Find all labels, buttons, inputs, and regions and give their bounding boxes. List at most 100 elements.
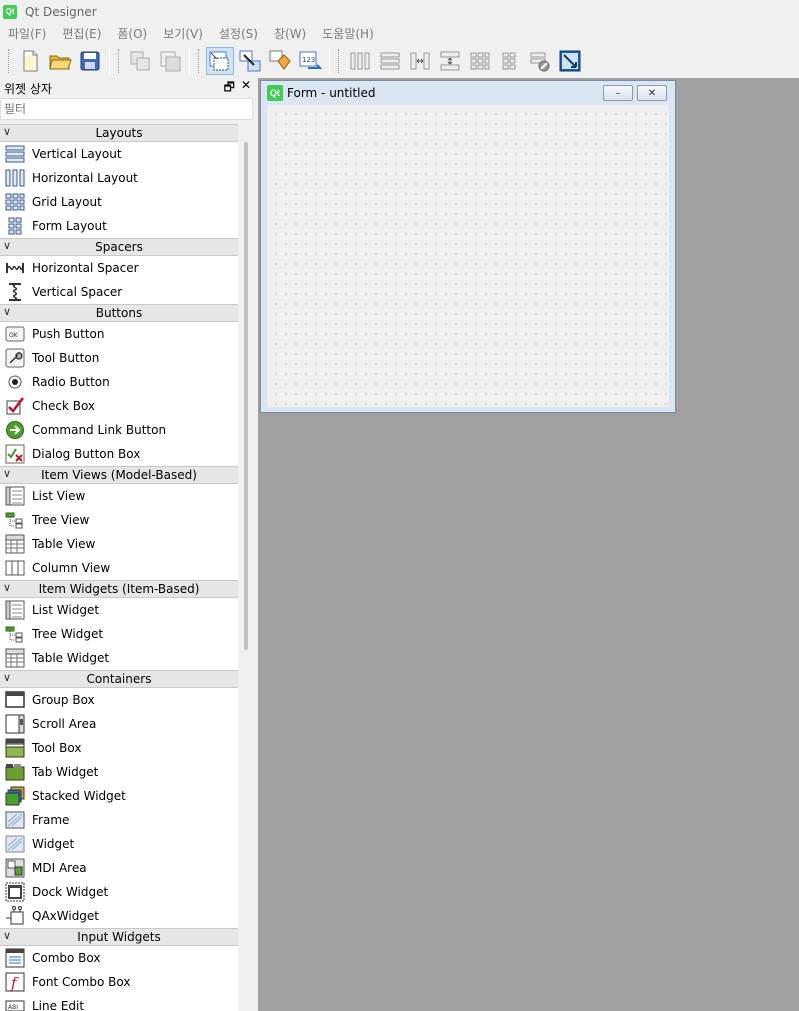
dock-title-bar: 위젯 상자 🗗 ✕ <box>0 78 255 98</box>
widget-item-column-view[interactable]: Column View <box>0 556 238 580</box>
widget-item-label: Tree Widget <box>32 627 104 641</box>
layout-h-splitter-button[interactable] <box>406 47 434 75</box>
menu-file[interactable]: 파일(F) <box>0 25 54 42</box>
widget-item-check-box[interactable]: Check Box <box>0 394 238 418</box>
combo-box-icon <box>4 948 26 968</box>
widget-item-scroll-area[interactable]: Scroll Area <box>0 712 238 736</box>
category-layouts[interactable]: ∨ Layouts <box>0 124 238 142</box>
widget-item-label: Check Box <box>32 399 96 413</box>
form-canvas[interactable] <box>267 105 669 407</box>
menu-window[interactable]: 창(W) <box>266 25 314 42</box>
widget-item-line-edit[interactable]: ABI Line Edit <box>0 994 238 1011</box>
widget-list-scrollbar[interactable] <box>240 142 252 1011</box>
widget-item-table-view[interactable]: Table View <box>0 532 238 556</box>
toolbar-grip[interactable] <box>8 49 11 73</box>
category-label: Input Widgets <box>77 930 161 944</box>
menu-edit[interactable]: 편집(E) <box>54 25 109 42</box>
tab-widget-icon <box>4 762 26 782</box>
mdi-area: Qt Form - untitled – ✕ <box>258 78 799 1011</box>
toolbar-grip[interactable] <box>338 49 341 73</box>
widget-item-dialog-button-box[interactable]: Dialog Button Box <box>0 442 238 466</box>
filter-input[interactable] <box>0 98 253 120</box>
edit-signals-button[interactable] <box>236 47 264 75</box>
widget-item-radio-button[interactable]: Radio Button <box>0 370 238 394</box>
widget-item-push-button[interactable]: OK Push Button <box>0 322 238 346</box>
widget-item-tool-box[interactable]: Tool Box <box>0 736 238 760</box>
copy-icon <box>130 51 150 71</box>
widget-item-label: Table View <box>32 537 96 551</box>
category-spacers[interactable]: ∨ Spacers <box>0 238 238 256</box>
close-dock-icon[interactable]: ✕ <box>241 78 251 99</box>
widget-item-widget[interactable]: Widget <box>0 832 238 856</box>
layout-v-splitter-button[interactable] <box>436 47 464 75</box>
mdi-area-icon <box>4 858 26 878</box>
widget-item-group-box[interactable]: Group Box <box>0 688 238 712</box>
layout-horizontal-button[interactable] <box>346 47 374 75</box>
widget-item-list-widget[interactable]: List Widget <box>0 598 238 622</box>
vertical-layout-icon <box>4 144 26 164</box>
edit-tab-order-button[interactable]: 123 <box>296 47 324 75</box>
widget-item-vertical-layout[interactable]: Vertical Layout <box>0 142 238 166</box>
category-buttons[interactable]: ∨ Buttons <box>0 304 238 322</box>
layout-grid-button[interactable] <box>466 47 494 75</box>
layout-vertical-button[interactable] <box>376 47 404 75</box>
edit-widgets-button[interactable] <box>206 47 234 75</box>
widget-item-dock-widget[interactable]: Dock Widget <box>0 880 238 904</box>
float-dock-icon[interactable]: 🗗 <box>224 78 235 99</box>
widget-item-tree-view[interactable]: Tree View <box>0 508 238 532</box>
widget-item-mdi-area[interactable]: MDI Area <box>0 856 238 880</box>
form-title-bar[interactable]: Qt Form - untitled – ✕ <box>261 81 675 105</box>
widget-item-command-link-button[interactable]: Command Link Button <box>0 418 238 442</box>
widget-item-horizontal-layout[interactable]: Horizontal Layout <box>0 166 238 190</box>
open-file-button[interactable] <box>46 47 74 75</box>
form-window[interactable]: Qt Form - untitled – ✕ <box>260 80 676 413</box>
widget-item-qaxwidget[interactable]: QAxWidget <box>0 904 238 928</box>
edit-buddies-button[interactable] <box>266 47 294 75</box>
menu-view[interactable]: 보기(V) <box>155 25 211 42</box>
close-button[interactable]: ✕ <box>637 85 667 101</box>
category-item-views[interactable]: ∨ Item Views (Model-Based) <box>0 466 238 484</box>
paste-button[interactable] <box>156 47 184 75</box>
widget-item-label: Frame <box>32 813 70 827</box>
widget-item-table-widget[interactable]: Table Widget <box>0 646 238 670</box>
category-label: Spacers <box>95 240 143 254</box>
menu-form[interactable]: 폼(O) <box>109 25 155 42</box>
minimize-button[interactable]: – <box>603 85 633 101</box>
widget-item-form-layout[interactable]: Form Layout <box>0 214 238 238</box>
scrollbar-thumb[interactable] <box>244 142 248 650</box>
widget-item-tool-button[interactable]: Tool Button <box>0 346 238 370</box>
widget-item-vertical-spacer[interactable]: Vertical Spacer <box>0 280 238 304</box>
check-box-icon <box>4 396 26 416</box>
category-label: Item Widgets (Item-Based) <box>38 582 200 596</box>
break-layout-button[interactable] <box>526 47 554 75</box>
category-input-widgets[interactable]: ∨ Input Widgets <box>0 928 238 946</box>
widget-item-combo-box[interactable]: Combo Box <box>0 946 238 970</box>
widget-item-tab-widget[interactable]: Tab Widget <box>0 760 238 784</box>
form-layout-icon <box>4 216 26 236</box>
widget-item-stacked-widget[interactable]: Stacked Widget <box>0 784 238 808</box>
widget-item-font-combo-box[interactable]: f Font Combo Box <box>0 970 238 994</box>
widget-item-label: Widget <box>32 837 75 851</box>
widget-item-tree-widget[interactable]: Tree Widget <box>0 622 238 646</box>
toolbar-grip[interactable] <box>198 49 201 73</box>
layout-form-button[interactable] <box>496 47 524 75</box>
adjust-size-button[interactable] <box>556 47 584 75</box>
widget-item-label: Line Edit <box>32 999 85 1011</box>
menu-settings[interactable]: 설정(S) <box>211 25 266 42</box>
widget-item-frame[interactable]: Frame <box>0 808 238 832</box>
toolbar-separator <box>329 48 330 74</box>
new-file-button[interactable] <box>16 47 44 75</box>
chevron-down-icon: ∨ <box>3 671 12 684</box>
edit-widgets-icon <box>209 51 229 71</box>
widget-item-horizontal-spacer[interactable]: Horizontal Spacer <box>0 256 238 280</box>
copy-button[interactable] <box>126 47 154 75</box>
category-containers[interactable]: ∨ Containers <box>0 670 238 688</box>
menu-help[interactable]: 도움말(H) <box>314 25 382 42</box>
save-button[interactable] <box>76 47 104 75</box>
widget-item-list-view[interactable]: List View <box>0 484 238 508</box>
toolbar-separator <box>109 48 110 74</box>
toolbar-grip[interactable] <box>118 49 121 73</box>
widget-item-grid-layout[interactable]: Grid Layout <box>0 190 238 214</box>
chevron-down-icon: ∨ <box>3 305 12 318</box>
category-item-widgets[interactable]: ∨ Item Widgets (Item-Based) <box>0 580 238 598</box>
